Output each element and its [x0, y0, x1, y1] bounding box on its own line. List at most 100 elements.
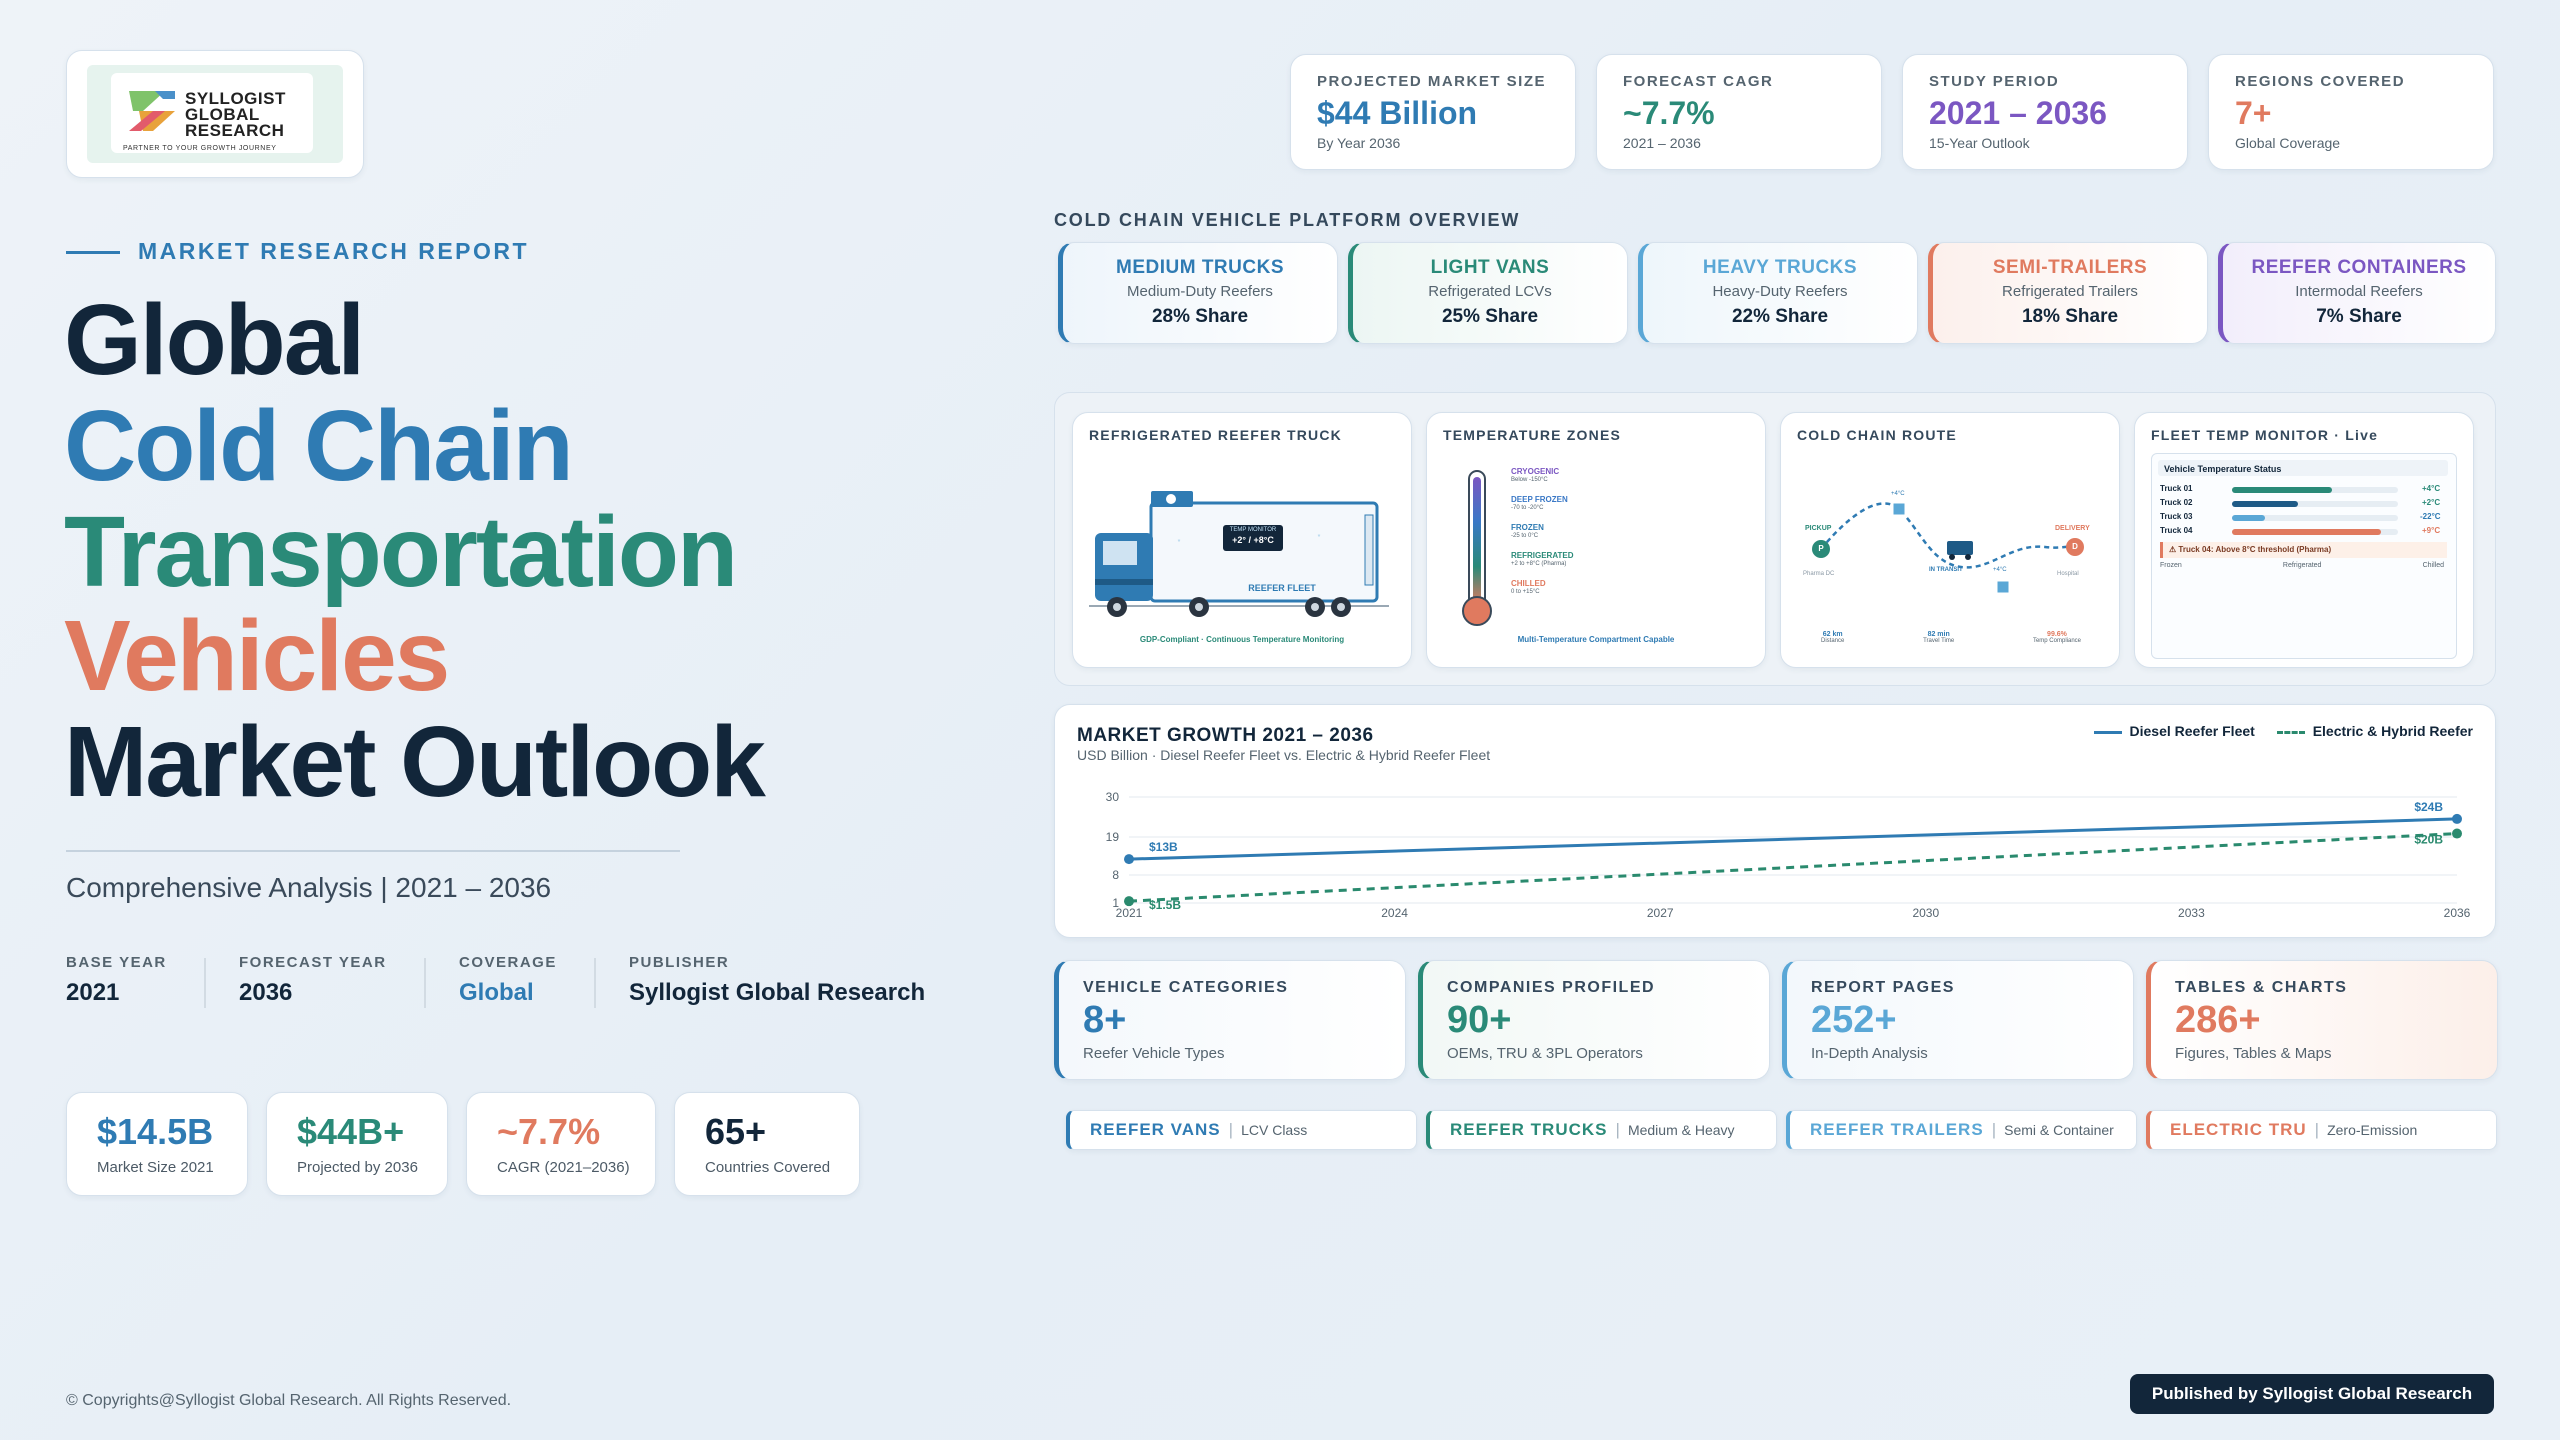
stat-label: Countries Covered — [705, 1159, 831, 1176]
kpi-value: 7+ — [2235, 95, 2272, 131]
title-line-5: Market Outlook — [64, 706, 766, 818]
route-pickup-label: PICKUP — [1805, 525, 1832, 532]
truck-temp-track — [2232, 487, 2398, 493]
zone-name: CRYOGENIC — [1511, 467, 1560, 476]
meta-label: COVERAGE — [459, 954, 557, 971]
series-line — [1128, 817, 2458, 861]
route-temp-mid: +4°C — [1993, 567, 2007, 573]
stat-card: $44B+ Projected by 2036 — [266, 1092, 448, 1196]
kpi-value: ~7.7% — [1623, 95, 1715, 131]
tag-sub: Zero-Emission — [2327, 1122, 2418, 1138]
svg-text:*: * — [1178, 539, 1181, 546]
x-tick-label: 2036 — [2444, 906, 2471, 920]
zone-name: DEEP FROZEN — [1511, 495, 1568, 504]
tag-content: ELECTRIC TRU | Zero-Emission — [2170, 1120, 2417, 1140]
platform-section-title: COLD CHAIN VEHICLE PLATFORM OVERVIEW — [1054, 210, 1521, 230]
stat-card: 65+ Countries Covered — [674, 1092, 860, 1196]
title-divider — [66, 850, 680, 852]
tag-content: REEFER TRUCKS | Medium & Heavy — [1450, 1120, 1735, 1140]
bottom-stat-value: 286+ — [2175, 999, 2261, 1041]
stat-value: $14.5B — [97, 1111, 214, 1152]
kpi-label: FORECAST CAGR — [1623, 73, 1774, 90]
kpi-label: STUDY PERIOD — [1929, 73, 2060, 90]
truck-temp-bar — [2232, 487, 2332, 493]
tag-separator: | — [1228, 1120, 1234, 1139]
platform-sub: Intermodal Reefers — [2295, 283, 2423, 300]
truck-caption: GDP-Compliant · Continuous Temperature M… — [1139, 635, 1345, 644]
bottom-stat-label: TABLES & CHARTS — [2175, 979, 2348, 996]
meta-divider — [204, 958, 206, 1008]
bottom-stat-sub: In-Depth Analysis — [1811, 1045, 1928, 1062]
logo-mark-icon — [129, 91, 175, 131]
page-subtitle: Comprehensive Analysis | 2021 – 2036 — [66, 872, 552, 903]
data-label: $24B — [2414, 800, 2443, 814]
stat-value: ~7.7% — [497, 1111, 601, 1152]
zone-range: -25 to 0°C — [1511, 533, 1539, 539]
y-tick-label: 8 — [1112, 868, 1119, 882]
stat-value: 65+ — [705, 1111, 767, 1152]
zone-range: +2 to +8°C (Pharma) — [1511, 561, 1567, 567]
stat-label: CAGR (2021–2036) — [497, 1159, 630, 1176]
x-tick-label: 2021 — [1116, 906, 1143, 920]
truck-temp-track — [2232, 501, 2398, 507]
truck-row-name: Truck 04 — [2160, 526, 2193, 535]
route-stat-label: Travel Time — [1923, 638, 1955, 644]
panel-title: TEMPERATURE ZONES — [1443, 427, 1622, 443]
stat-label: Projected by 2036 — [297, 1159, 418, 1176]
platform-name: REEFER CONTAINERS — [2251, 257, 2467, 278]
tag-sub: LCV Class — [1241, 1122, 1308, 1138]
monitor-heading: Vehicle Temperature Status — [2164, 464, 2282, 474]
route-stat-label: Distance — [1821, 638, 1845, 644]
eyebrow-rule — [66, 251, 120, 254]
data-point — [1124, 896, 1134, 907]
truck-temp-bar — [2232, 529, 2382, 535]
route-temp-top: +4°C — [1891, 491, 1905, 497]
monitor-screen: Vehicle Temperature Status Truck 01 +4°C… — [2151, 453, 2457, 659]
bottom-stat-value: 252+ — [1811, 999, 1897, 1041]
data-label: $20B — [2414, 833, 2443, 847]
route-delivery-label: DELIVERY — [2055, 525, 2090, 532]
truck-temp-track — [2232, 515, 2398, 521]
data-label: $13B — [1149, 840, 1178, 854]
meta-publisher: PUBLISHER Syllogist Global Research — [629, 954, 925, 1007]
title-line-3: Transportation — [64, 496, 738, 608]
platform-card-medium-trucks: MEDIUM TRUCKS Medium-Duty Reefers 28% Sh… — [1058, 242, 1338, 344]
series-line — [1128, 832, 2458, 903]
route-pickup-sub: Pharma DC — [1803, 571, 1835, 577]
route-stats: 62 km Distance 82 min Travel Time 99.6% Tem… — [1821, 631, 2081, 644]
platform-share: 25% Share — [1441, 306, 1539, 327]
platform-share: 22% Share — [1731, 306, 1829, 327]
truck-body-label: REEFER FLEET — [1248, 583, 1316, 593]
scale-label: Frozen — [2160, 562, 2182, 569]
bottom-stat-sub: Reefer Vehicle Types — [1083, 1045, 1225, 1062]
zones-caption: Multi-Temperature Compartment Capable — [1517, 635, 1675, 644]
kpi-sub: Global Coverage — [2235, 135, 2341, 151]
truck-row-temp: +4°C — [2422, 484, 2441, 493]
meta-base-year: BASE YEAR 2021 — [66, 954, 167, 1007]
stat-card: $14.5B Market Size 2021 — [66, 1092, 248, 1196]
monitor-scale: Frozen Refrigerated Chilled — [2160, 562, 2444, 569]
truck-row-name: Truck 02 — [2160, 498, 2193, 507]
segment-tag-electric-tru: ELECTRIC TRU | Zero-Emission — [2146, 1110, 2497, 1150]
data-point — [2452, 813, 2462, 824]
kpi-value: 2021 – 2036 — [1929, 95, 2107, 131]
bottom-stat-label: VEHICLE CATEGORIES — [1083, 979, 1289, 996]
truck-monitor-value: +2° / +8°C — [1232, 535, 1274, 545]
logo-line: RESEARCH — [185, 121, 285, 140]
title-line-2: Cold Chain — [64, 390, 574, 502]
truck-row-temp: +9°C — [2422, 526, 2441, 535]
meta-coverage: COVERAGE Global — [459, 954, 557, 1007]
route-stat-value: 99.6% — [2047, 631, 2067, 638]
bottom-stat-report-pages: REPORT PAGES 252+ In-Depth Analysis — [1782, 960, 2134, 1080]
truck-row-temp: -22°C — [2420, 512, 2441, 521]
title-line-4: Vehicles — [64, 600, 450, 712]
meta-divider — [594, 958, 596, 1008]
kpi-sub: By Year 2036 — [1317, 135, 1401, 151]
stat-label: Market Size 2021 — [97, 1159, 214, 1176]
footer-copyright: © Copyrights@Syllogist Global Research. … — [66, 1392, 512, 1409]
published-by-badge: Published by Syllogist Global Research — [2130, 1374, 2494, 1414]
zone-range: 0 to +15°C — [1511, 589, 1540, 595]
stat-card: ~7.7% CAGR (2021–2036) — [466, 1092, 656, 1196]
logo-wordmark: SYLLOGIST GLOBAL RESEARCH — [185, 90, 286, 140]
platform-sub: Heavy-Duty Reefers — [1712, 283, 1848, 300]
